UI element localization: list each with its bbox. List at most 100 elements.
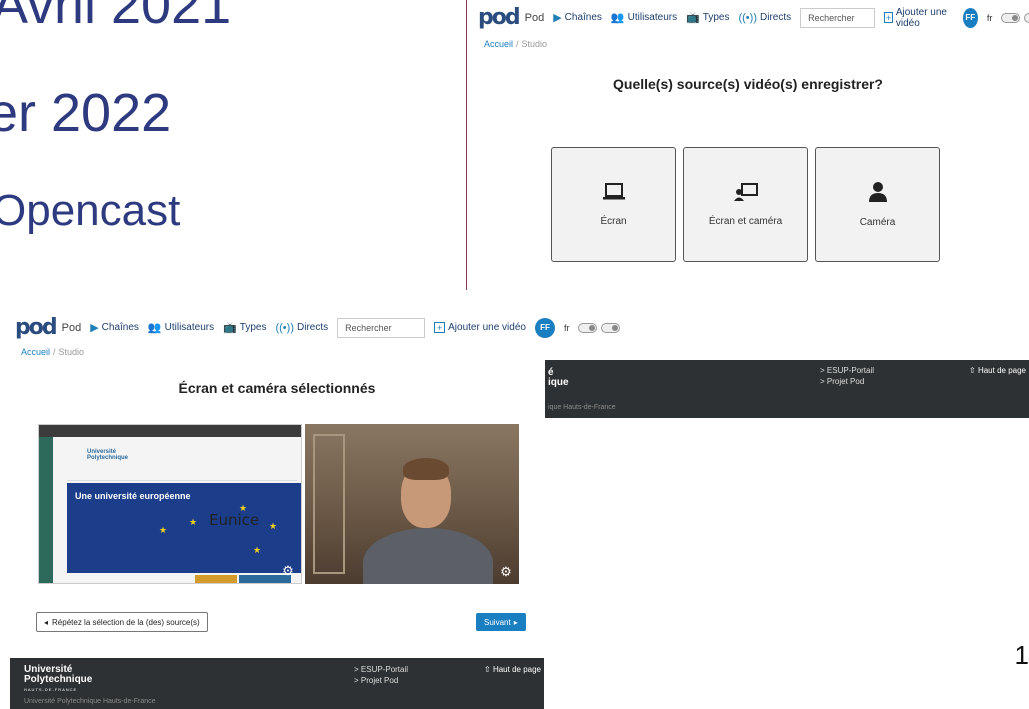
nav-types[interactable]: 📺 Types [223, 321, 266, 334]
star-icon: ★ [189, 517, 198, 527]
footer-copyright: Université Polytechnique Hauts-de-France [24, 698, 156, 705]
nav-users-label: Utilisateurs [164, 322, 215, 333]
nav-users[interactable]: 👥 Utilisateurs [611, 11, 677, 24]
broadcast-icon: ((•)) [738, 11, 757, 24]
tv-icon: 📺 [223, 322, 237, 334]
next-label: Suivant [484, 617, 511, 627]
repeat-selection-button[interactable]: ◂ Répétez la sélection de la (des) sourc… [36, 612, 208, 632]
contrast-toggle[interactable] [578, 322, 598, 333]
dark-mode-toggle[interactable] [1024, 12, 1029, 23]
nav-channels-label: Chaînes [101, 322, 139, 333]
tv-icon: 📺 [686, 12, 700, 24]
gear-icon[interactable]: ⚙ [499, 565, 513, 579]
nav-channels[interactable]: ▶ Chaînes [553, 11, 602, 24]
gear-icon[interactable]: ⚙ [281, 564, 295, 578]
source-option-screen[interactable]: Écran [551, 147, 676, 262]
nav-live-label: Directs [297, 322, 329, 333]
source-option-screen-camera[interactable]: Écran et caméra [683, 147, 808, 262]
search-input[interactable]: Rechercher [800, 7, 876, 28]
source-option-label: Caméra [859, 217, 896, 228]
avatar[interactable]: FF [534, 317, 555, 338]
slide-divider [466, 0, 467, 290]
plus-icon: + [434, 322, 446, 333]
nav-types-label: Types [702, 12, 730, 23]
footer-logo-cropped: é ique [548, 367, 569, 388]
pod-logo[interactable]: pod Pod [15, 315, 81, 340]
arrow-up-icon: ⇧ [969, 366, 976, 375]
pod-navbar-top: pod Pod ▶ Chaînes 👥 Utilisateurs 📺 Types ((… [478, 5, 1029, 30]
add-video-label: Ajouter une vidéo [448, 322, 526, 333]
pod-logo-icon: pod [478, 5, 521, 30]
site-brand: Eunice [209, 511, 260, 529]
nav-live[interactable]: ((•)) Directs [738, 12, 791, 24]
footer-right: é ique > ESUP-Portail > Projet Pod ⇧ Haut… [545, 360, 1029, 418]
slide-title-line-2: er 2022 [0, 83, 172, 143]
users-icon: 👥 [610, 12, 625, 24]
nav-channels[interactable]: ▶ Chaînes [90, 321, 139, 334]
camera-preview: ⚙ [305, 424, 519, 584]
footer-logo: Université Polytechnique HAUTS-DE-FRANCE [24, 665, 92, 695]
breadcrumb-current: Studio [521, 39, 548, 49]
site-menu [67, 473, 297, 481]
contrast-toggle[interactable] [1001, 12, 1021, 23]
selection-title: Écran et caméra sélectionnés [178, 380, 376, 396]
nav-channels-label: Chaînes [564, 12, 602, 23]
next-button[interactable]: Suivant ▸ [476, 613, 526, 631]
add-video-button[interactable]: + Ajouter une vidéo [884, 7, 954, 29]
back-to-top-link[interactable]: ⇧ Haut de page [484, 665, 541, 674]
breadcrumb-home[interactable]: Accueil [484, 39, 513, 49]
nav-users-label: Utilisateurs [627, 12, 678, 23]
pod-logo-text: Pod [524, 11, 545, 24]
source-option-camera[interactable]: Caméra [815, 147, 940, 262]
pod-logo-text: Pod [61, 321, 82, 334]
language-selector[interactable]: fr [987, 13, 993, 23]
play-icon: ▶ [90, 322, 99, 334]
pod-navbar-bottom: pod Pod ▶ Chaînes 👥 Utilisateurs 📺 Types ((… [15, 315, 621, 340]
breadcrumb-home[interactable]: Accueil [21, 347, 50, 357]
pod-logo[interactable]: pod Pod [478, 5, 544, 30]
screen-preview: Université Polytechnique ★ ★ ★ ★ ★ Une un… [38, 424, 302, 584]
star-icon: ★ [269, 521, 278, 531]
slide-title-line-3: Opencast [0, 186, 181, 235]
nav-types-label: Types [239, 322, 267, 333]
users-icon: 👥 [147, 322, 162, 334]
add-video-button[interactable]: + Ajouter une vidéo [434, 322, 526, 333]
nav-types[interactable]: 📺 Types [686, 11, 729, 24]
footer-links: > ESUP-Portail > Projet Pod [820, 365, 874, 387]
search-input[interactable]: Rechercher [337, 317, 426, 338]
star-icon: ★ [253, 545, 262, 555]
footer-links: > ESUP-Portail > Projet Pod [354, 664, 408, 686]
avatar[interactable]: FF [962, 7, 978, 28]
footer-left: Université Polytechnique HAUTS-DE-FRANCE… [10, 658, 544, 709]
breadcrumb: Accueil / Studio [21, 347, 85, 357]
site-logo-text: Université Polytechnique [87, 449, 129, 461]
footer-copyright: ique Hauts-de-France [548, 404, 616, 411]
footer-link-esup[interactable]: > ESUP-Portail [354, 664, 408, 675]
nav-live[interactable]: ((•)) Directs [275, 322, 328, 334]
footer-link-pod[interactable]: > Projet Pod [820, 376, 874, 387]
browser-toolbar [39, 425, 301, 437]
user-icon [868, 181, 888, 207]
slide-title-line-1: Avril 2021 [0, 0, 232, 35]
footer-logo-line2: Polytechnique [24, 674, 93, 685]
back-to-top-link[interactable]: ⇧ Haut de page [969, 366, 1026, 375]
site-button-a [195, 575, 237, 583]
camera-person-hair [403, 458, 449, 480]
laptop-icon [602, 182, 626, 206]
pod-logo-icon: pod [15, 315, 58, 340]
site-hero-title: Une université européenne [75, 491, 191, 501]
breadcrumb-current: Studio [58, 347, 85, 357]
dark-mode-toggle[interactable] [601, 322, 621, 333]
plus-icon: + [884, 12, 893, 23]
nav-users[interactable]: 👥 Utilisateurs [148, 321, 214, 334]
breadcrumb: Accueil / Studio [484, 39, 548, 49]
display-toggles [578, 322, 621, 333]
footer-link-esup[interactable]: > ESUP-Portail [820, 365, 874, 376]
language-selector[interactable]: fr [564, 323, 570, 333]
footer-link-pod[interactable]: > Projet Pod [354, 675, 408, 686]
source-option-label: Écran [600, 216, 627, 227]
display-toggles [1001, 12, 1029, 23]
camera-door [313, 434, 345, 574]
repeat-selection-label: Répétez la sélection de la (des) source(… [52, 617, 200, 627]
slide-page-number: 1 [1014, 640, 1029, 670]
